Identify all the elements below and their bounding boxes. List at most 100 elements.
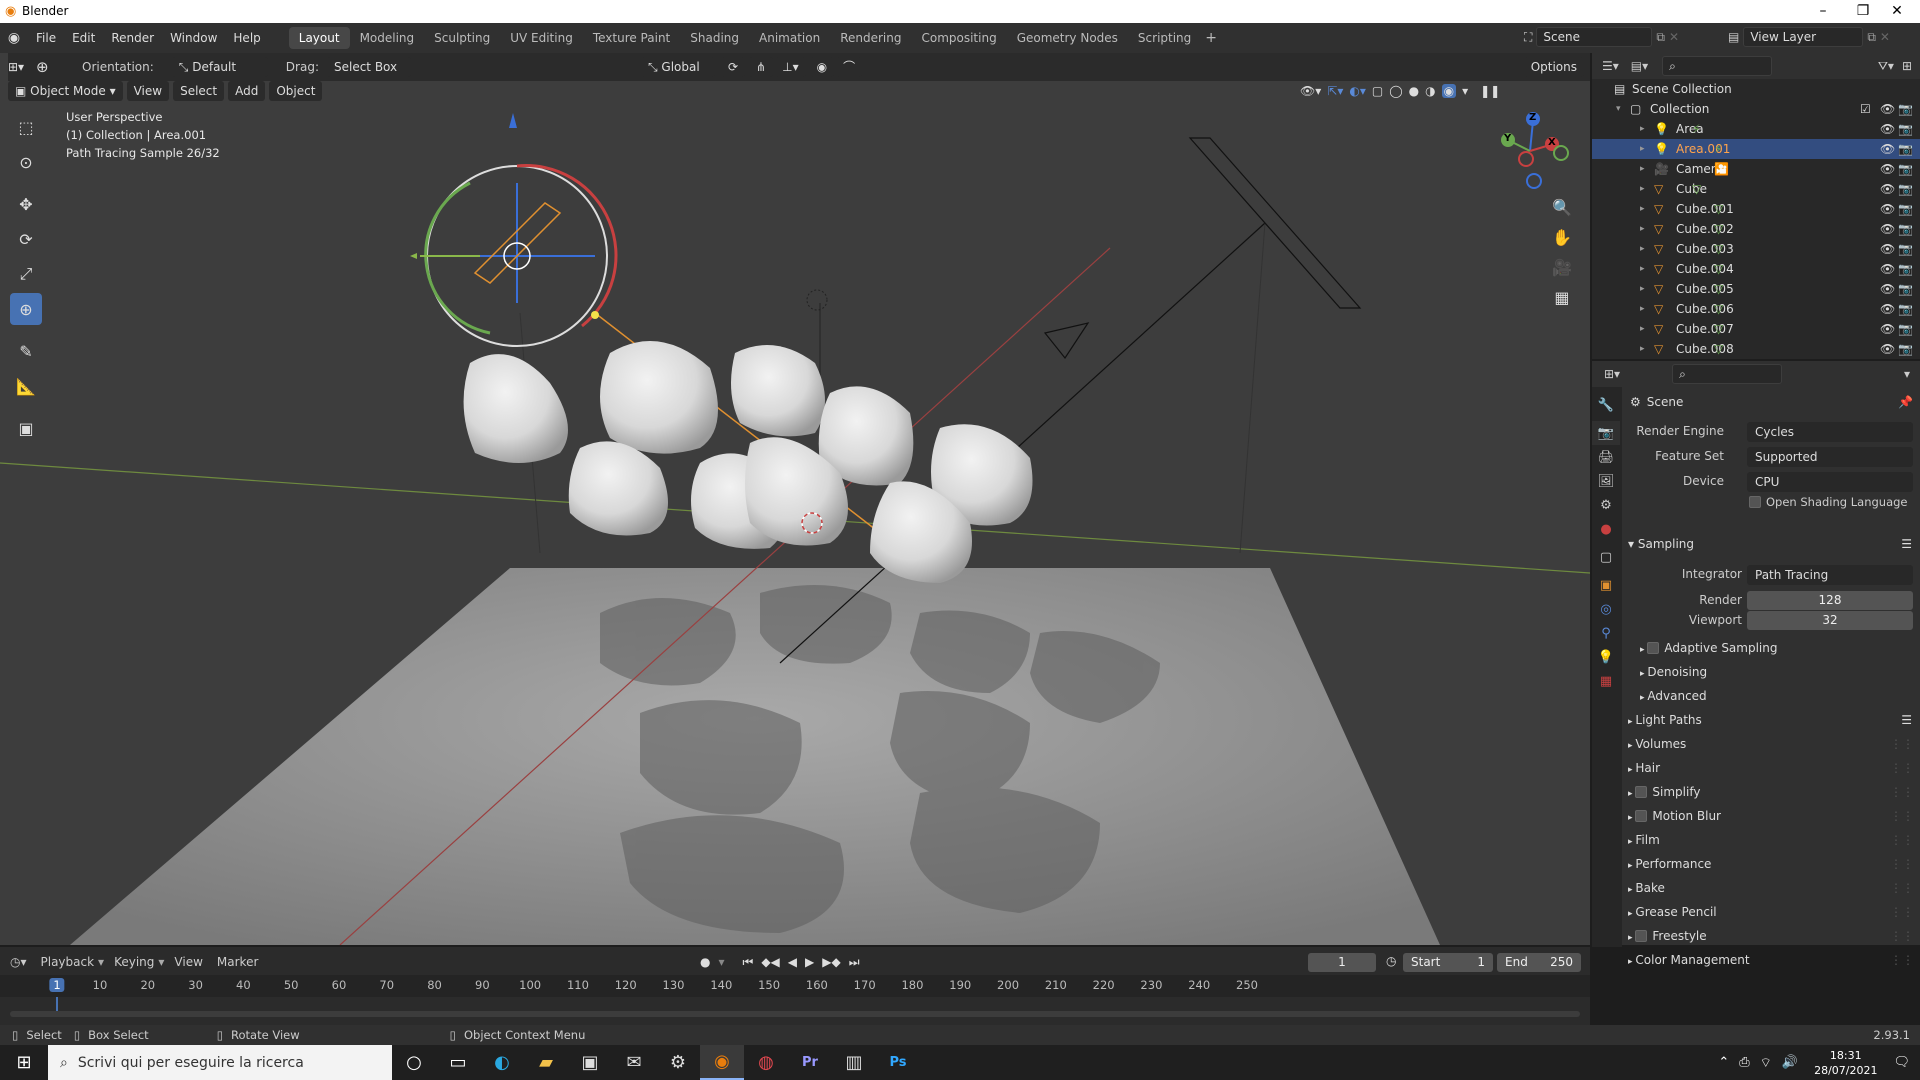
render-camera-icon[interactable]: 📷	[1898, 199, 1913, 219]
outliner-item-cube-004[interactable]: ▸ ▽ Cube.004 ▽ 👁 📷	[1592, 259, 1920, 279]
rotate-tool[interactable]: ⟳	[10, 223, 42, 255]
workspace-tab-shading[interactable]: Shading	[680, 27, 749, 49]
task-view-icon[interactable]: ▭	[436, 1045, 480, 1080]
expand-arrow-icon[interactable]: ▸	[1640, 339, 1645, 359]
panel-volumes[interactable]: ▸ Volumes ⋮⋮	[1628, 733, 1918, 755]
integrator-dropdown[interactable]: Path Tracing	[1747, 565, 1913, 585]
render-camera-icon[interactable]: 📷	[1898, 159, 1913, 179]
expand-arrow-icon[interactable]: ▸	[1640, 199, 1645, 219]
edge-icon[interactable]: ◐	[480, 1045, 524, 1080]
panel-freestyle[interactable]: ▸ Freestyle ⋮⋮	[1628, 925, 1918, 947]
render-camera-icon[interactable]: 📷	[1898, 319, 1913, 339]
usb-icon[interactable]: ⎙	[1739, 1055, 1749, 1070]
osl-checkbox[interactable]: Open Shading Language	[1749, 495, 1908, 509]
panel-color-management[interactable]: ▸ Color Management ⋮⋮	[1628, 949, 1918, 971]
render-camera-icon[interactable]: 📷	[1898, 139, 1913, 159]
tool-icon[interactable]: ⊕	[36, 58, 64, 76]
proportional-falloff-dropdown[interactable]: ⌒	[836, 57, 863, 77]
menu-file[interactable]: File	[28, 27, 64, 49]
remove-view-layer-icon[interactable]: ✕	[1880, 30, 1890, 44]
viewport-menu-object[interactable]: Object	[269, 81, 323, 101]
pause-render-icon[interactable]: ❚❚	[1480, 84, 1500, 98]
timeline-editor-icon[interactable]: ◷▾	[10, 955, 27, 969]
notifications-icon[interactable]: 🗨	[1893, 1055, 1910, 1070]
sampling-panel-header[interactable]: ▾ Sampling ☰	[1628, 533, 1918, 555]
drag-handle-icon[interactable]: ⋮⋮	[1890, 925, 1914, 947]
annotate-tool[interactable]: ✎	[10, 335, 42, 367]
drag-handle-icon[interactable]: ⋮⋮	[1890, 829, 1914, 851]
render-camera-icon[interactable]: 📷	[1898, 99, 1913, 119]
scene-tab-icon[interactable]: ⚙	[1592, 493, 1620, 517]
wireframe-shading-icon[interactable]: ◯	[1389, 84, 1402, 98]
prev-keyframe-icon[interactable]: ◆◀	[761, 955, 779, 969]
outliner-item-cube-005[interactable]: ▸ ▽ Cube.005 ▽ 👁 📷	[1592, 279, 1920, 299]
world-tab-icon[interactable]: ●	[1592, 517, 1620, 541]
scale-tool[interactable]: ⤢	[10, 258, 42, 290]
expand-arrow-icon[interactable]: ▸	[1640, 319, 1645, 339]
render-camera-icon[interactable]: 📷	[1898, 339, 1913, 359]
options-dropdown[interactable]: Options	[1523, 57, 1584, 77]
new-scene-icon[interactable]: ⧉	[1656, 30, 1665, 45]
menu-window[interactable]: Window	[162, 27, 225, 49]
jump-start-icon[interactable]: ⏮	[743, 955, 754, 970]
render-camera-icon[interactable]: 📷	[1898, 259, 1913, 279]
visibility-icon[interactable]: 👁▾	[1300, 84, 1321, 98]
properties-editor-icon[interactable]: ⊞▾	[1604, 367, 1620, 381]
drag-handle-icon[interactable]: ⋮⋮	[1890, 901, 1914, 923]
3d-viewport[interactable]	[0, 53, 1590, 945]
outliner-item-cube-008[interactable]: ▸ ▽ Cube.008 ▽ 👁 📷	[1592, 339, 1920, 359]
pan-hand-icon[interactable]: ✋	[1552, 223, 1572, 253]
panel-simplify[interactable]: ▸ Simplify ⋮⋮	[1628, 781, 1918, 803]
workspace-tab-layout[interactable]: Layout	[288, 27, 350, 49]
workspace-tab-geometry-nodes[interactable]: Geometry Nodes	[1007, 27, 1128, 49]
expand-arrow-icon[interactable]: ▸	[1640, 279, 1645, 299]
view-layer-selector[interactable]: ▤ View Layer ⧉ ✕	[1728, 27, 1890, 47]
auto-keying-icon[interactable]: ●	[700, 955, 710, 969]
add-cube-tool[interactable]: ▣	[10, 412, 42, 444]
end-frame-field[interactable]: End 250	[1497, 953, 1581, 972]
visibility-eye-icon[interactable]: 👁	[1880, 299, 1895, 319]
perspective-grid-icon[interactable]: ▦	[1552, 283, 1572, 313]
gizmo-toggle-icon[interactable]: ⇱▾	[1327, 84, 1343, 98]
new-view-layer-icon[interactable]: ⧉	[1867, 30, 1876, 45]
material-shading-icon[interactable]: ◑	[1425, 84, 1435, 98]
viewport-samples-field[interactable]: 32	[1747, 611, 1913, 630]
play-icon[interactable]: ▶	[805, 955, 814, 969]
device-dropdown[interactable]: CPU	[1747, 472, 1913, 492]
blender-menu-icon[interactable]: ◉	[0, 30, 28, 46]
render-camera-icon[interactable]: 📷	[1898, 219, 1913, 239]
blender-taskbar-icon[interactable]: ◉	[700, 1045, 744, 1080]
volume-icon[interactable]: 🔊	[1782, 1055, 1798, 1070]
creative-cloud-icon[interactable]: ◍	[744, 1045, 788, 1080]
visibility-eye-icon[interactable]: 👁	[1880, 259, 1895, 279]
panel-light-paths[interactable]: ▸ Light Paths ☰	[1628, 709, 1918, 731]
visibility-eye-icon[interactable]: 👁	[1880, 339, 1895, 359]
premiere-icon[interactable]: Pr	[788, 1045, 832, 1080]
outliner-item-cube-003[interactable]: ▸ ▽ Cube.003 ▽ 👁 📷	[1592, 239, 1920, 259]
outliner-search-input[interactable]: ⌕	[1662, 56, 1773, 76]
visibility-eye-icon[interactable]: 👁	[1880, 119, 1895, 139]
drag-handle-icon[interactable]: ⋮⋮	[1890, 949, 1914, 971]
shading-options-icon[interactable]: ▾	[1462, 84, 1468, 98]
workspace-tab-uv-editing[interactable]: UV Editing	[500, 27, 583, 49]
visibility-eye-icon[interactable]: 👁	[1880, 199, 1895, 219]
panel-grease-pencil[interactable]: ▸ Grease Pencil ⋮⋮	[1628, 901, 1918, 923]
keying-options-icon[interactable]: ▾	[718, 955, 724, 969]
camera-view-icon[interactable]: 🎥	[1552, 253, 1572, 283]
cortana-icon[interactable]: ○	[392, 1045, 436, 1080]
drag-dropdown[interactable]: Select Box	[326, 57, 411, 77]
collection-tab-icon[interactable]: ▢	[1592, 545, 1620, 569]
network-icon[interactable]: ⌔	[1760, 1055, 1772, 1071]
new-collection-icon[interactable]: ⊞	[1902, 59, 1912, 73]
outliner-item-cube-001[interactable]: ▸ ▽ Cube.001 ▽ 👁 📷	[1592, 199, 1920, 219]
timeline-scrollbar[interactable]	[10, 1011, 1580, 1017]
viewport-menu-view[interactable]: View	[126, 81, 170, 101]
subpanel-denoising[interactable]: ▸ Denoising	[1640, 661, 1707, 683]
editor-type-icon[interactable]: ⊞▾	[8, 60, 36, 74]
overlay-toggle-icon[interactable]: ◐▾	[1349, 84, 1366, 98]
navigation-gizmo[interactable]: Z Y X	[1490, 111, 1570, 191]
workspace-tab-scripting[interactable]: Scripting	[1128, 27, 1201, 49]
expand-arrow-icon[interactable]: ▸	[1640, 119, 1645, 139]
render-camera-icon[interactable]: 📷	[1898, 239, 1913, 259]
drag-handle-icon[interactable]: ⋮⋮	[1890, 805, 1914, 827]
